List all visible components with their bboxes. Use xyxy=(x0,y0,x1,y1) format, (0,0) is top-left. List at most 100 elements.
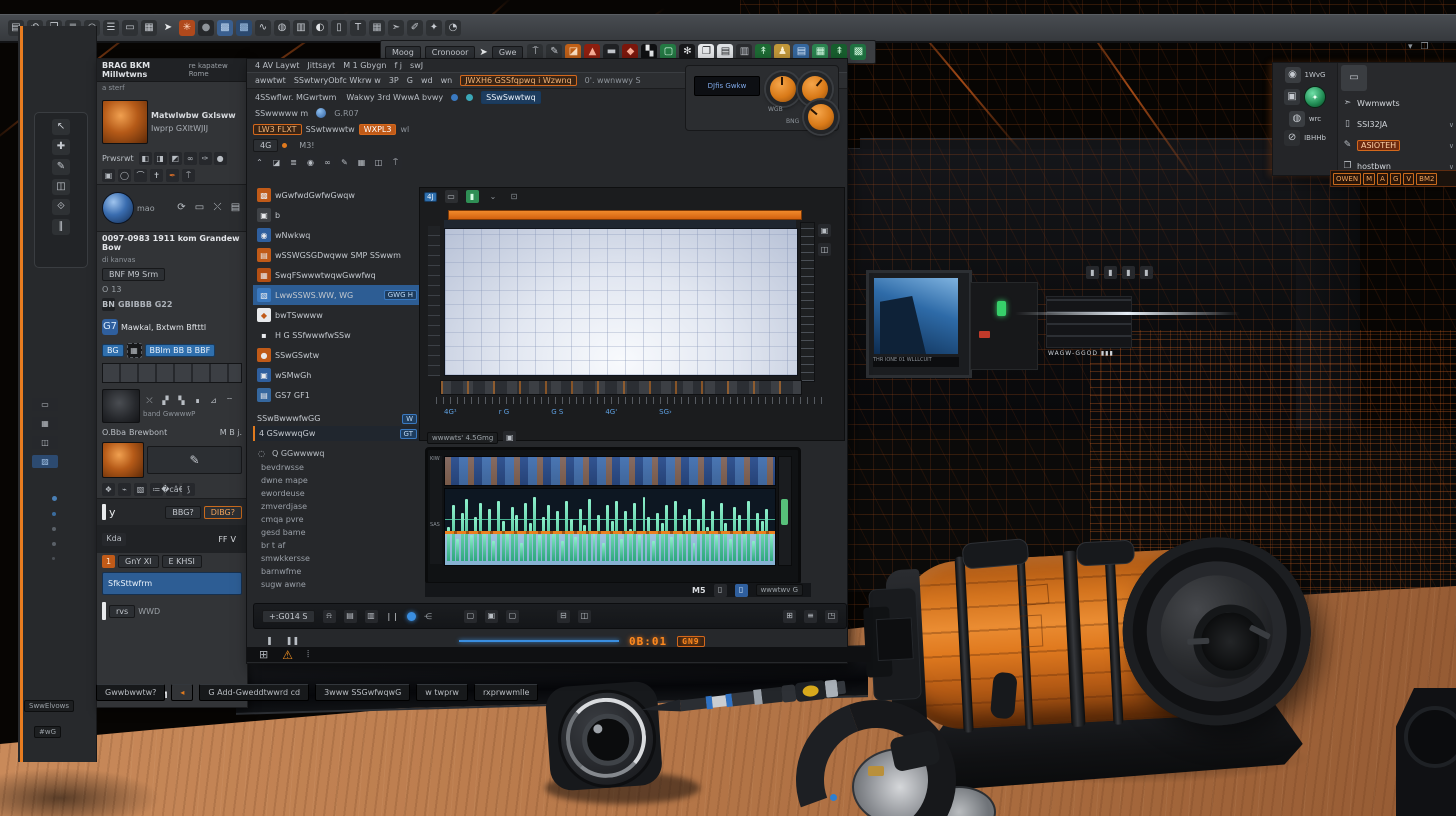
blue-chip-2[interactable]: BBlm BB B BBF xyxy=(145,344,216,357)
mixer-icon[interactable]: ⊟ xyxy=(557,610,570,623)
footer-grid-icon[interactable]: ⊞ xyxy=(259,648,268,661)
canvas-workspace[interactable] xyxy=(444,228,798,376)
book-icon[interactable]: ▤ xyxy=(229,202,242,215)
menu-item[interactable]: f j xyxy=(394,61,402,70)
material-row[interactable]: Matwlwbw Gxlsww Iwprp GXItWJIJ xyxy=(97,94,247,150)
contrast-icon[interactable]: ◐ xyxy=(312,20,328,36)
frame-thumbnails[interactable] xyxy=(440,380,802,395)
tree-sub-chip[interactable]: 4G xyxy=(253,139,278,152)
dot-icon[interactable]: ● xyxy=(214,152,227,165)
menu-item[interactable]: 3P xyxy=(389,76,399,85)
tree-item-base[interactable]: ▩ wGwfwdGwfwGwqw xyxy=(253,185,421,205)
white-item-row[interactable]: rvs WWD xyxy=(97,597,247,625)
blue-chip-1[interactable]: BG xyxy=(102,344,124,357)
star-icon[interactable]: ✦ xyxy=(426,20,442,36)
patch-icon[interactable]: ▧ xyxy=(134,483,147,496)
tab-marker[interactable]: ◂ xyxy=(171,684,193,701)
tree-item-fill[interactable]: ▦ SwqFSwwwtwqwGwwfwq xyxy=(253,265,421,285)
expand-icon[interactable]: ⊞ xyxy=(783,610,796,623)
snap-icon[interactable]: ▣ xyxy=(818,224,831,237)
tab-topro[interactable]: w twprw xyxy=(416,684,468,701)
draw-tool-icon[interactable]: ✎ xyxy=(52,159,70,175)
ghy-chip-2[interactable]: E KHSI xyxy=(162,555,202,568)
dock-chip-1[interactable]: ▭ xyxy=(32,398,58,411)
tree-item-chips[interactable]: ▤ GS7 GF1 xyxy=(253,385,421,405)
rp-item-doc[interactable]: ▯ SSI32JA ∨ xyxy=(1341,114,1454,135)
tab-stretch[interactable]: G Add-Gweddtwwrd cd xyxy=(199,684,309,701)
win2-icon[interactable]: ▣ xyxy=(485,610,498,623)
clock-icon[interactable]: ◔ xyxy=(445,20,461,36)
frame-tool-icon[interactable]: ◫ xyxy=(52,179,70,195)
record-blue-dot[interactable] xyxy=(407,612,416,621)
menu-item[interactable]: Jittsayt xyxy=(307,61,335,70)
mic-icon[interactable]: ⍾ xyxy=(323,610,336,623)
restore-icon[interactable]: ❐ xyxy=(1421,42,1429,52)
folder-sm-icon[interactable]: ◪ xyxy=(270,156,283,169)
canvas-tool-icon3[interactable]: ⌄ xyxy=(487,190,500,203)
stept-icon[interactable]: ❚❚ xyxy=(286,635,299,648)
menu-row-3-chip[interactable]: SSwSwwtwq xyxy=(481,91,541,104)
menu-item[interactable]: 4SSwflwr. MGwrtwm xyxy=(255,93,336,102)
canvas-label-4[interactable]: 4G' xyxy=(605,408,617,416)
tree-item-smart[interactable]: ▤ wSSWGSGDwqww SMP SSwwm xyxy=(253,245,421,265)
left-panel-header[interactable]: BRAG BKM Millwtwns re kapatew Rome xyxy=(97,59,247,82)
quick-button-cronooor[interactable]: Cronooor xyxy=(425,46,476,59)
orange-tab-chip[interactable]: G xyxy=(1390,173,1401,185)
gridb-icon[interactable]: ▥ xyxy=(365,610,378,623)
material-sphere[interactable] xyxy=(102,192,134,224)
dock-row-gem[interactable]: ▣ ✦ xyxy=(1284,86,1326,108)
file-list-item[interactable]: ewordeuse xyxy=(257,489,407,502)
page-icon[interactable]: ▯ xyxy=(714,584,727,597)
tree-chip-1[interactable]: LW3 FLXT xyxy=(253,124,302,135)
dock-chip-2[interactable]: ▦ xyxy=(32,417,58,430)
waveform-display[interactable] xyxy=(444,488,776,566)
eye-icon[interactable]: ◉ xyxy=(304,156,317,169)
canvas-label-3[interactable]: G S xyxy=(551,408,563,416)
chain-icon[interactable]: ∞ xyxy=(184,152,197,165)
canvas-label-1[interactable]: 4G¹ xyxy=(444,408,457,416)
canvas-label-2[interactable]: r G xyxy=(499,408,510,416)
material-thumbnail[interactable] xyxy=(102,100,148,144)
menu-item[interactable]: awwtwt xyxy=(255,76,286,85)
minimize-icon[interactable]: ▾ xyxy=(1408,42,1413,52)
orange-tab-chip[interactable]: M xyxy=(1363,173,1375,185)
dock-dot[interactable] xyxy=(52,496,57,501)
caps-icon[interactable]: �câ€ xyxy=(166,483,179,496)
pause-tool-icon[interactable]: ∥ xyxy=(52,219,70,235)
link-icon[interactable]: ∞ xyxy=(321,156,334,169)
quick-button-gwe[interactable]: Gwe xyxy=(492,46,524,59)
mask-icon[interactable]: ◧ xyxy=(139,152,152,165)
menu-item[interactable]: wd xyxy=(421,76,433,85)
orange-tab-chip[interactable]: BM2 xyxy=(1416,173,1437,185)
file-list-item[interactable]: bevdrwsse xyxy=(257,463,407,476)
dock-dot[interactable] xyxy=(52,512,56,516)
hatch-icon[interactable]: ▞ xyxy=(159,395,172,408)
loopt-icon[interactable]: ❚ xyxy=(263,635,276,648)
file-list-item[interactable]: gesd bame xyxy=(257,528,407,541)
blend-icon[interactable]: ❖ xyxy=(102,483,115,496)
noise-green-icon[interactable]: ▩ xyxy=(850,44,866,60)
tree-chip-2[interactable]: WXPL3 xyxy=(359,124,397,135)
tree-item-dot[interactable]: ● SSwGSwtw xyxy=(253,345,421,365)
noise-blue-icon[interactable]: ▩ xyxy=(217,20,233,36)
send-icon[interactable]: ➤ xyxy=(479,47,487,58)
tree-item-stroke[interactable]: ◆ bwTSwwww xyxy=(253,305,421,325)
dock-chip-3[interactable]: ◫ xyxy=(32,436,58,449)
dock2-icon[interactable]: ◫ xyxy=(578,610,591,623)
tree-item-mask[interactable]: ▣ b xyxy=(253,205,421,225)
wedge-icon[interactable]: ⊿ xyxy=(207,395,220,408)
canvas-tool-icon[interactable]: ▭ xyxy=(445,190,458,203)
slider-chip-2[interactable]: DIBG? xyxy=(204,506,242,519)
footer-bars-icon[interactable]: ⦙ xyxy=(307,649,309,660)
tab-preamble[interactable]: rxprwwmlle xyxy=(474,684,538,701)
rp-item-transform[interactable]: ➣ Wwmwwts xyxy=(1341,93,1454,114)
wave-icon[interactable]: ∿ xyxy=(255,20,271,36)
dock-row-1[interactable]: ◉ 1WvG xyxy=(1285,67,1326,83)
file-list-item[interactable]: cmqa pvre xyxy=(257,515,407,528)
file-list-item[interactable]: smwkkersse xyxy=(257,554,407,567)
knob-1[interactable] xyxy=(766,72,800,106)
mix-icon[interactable]: ◩ xyxy=(169,152,182,165)
file-list-item[interactable]: dwne mape xyxy=(257,476,407,489)
file-list-item[interactable]: sugw awne xyxy=(257,580,407,593)
progress-line[interactable] xyxy=(459,640,619,642)
